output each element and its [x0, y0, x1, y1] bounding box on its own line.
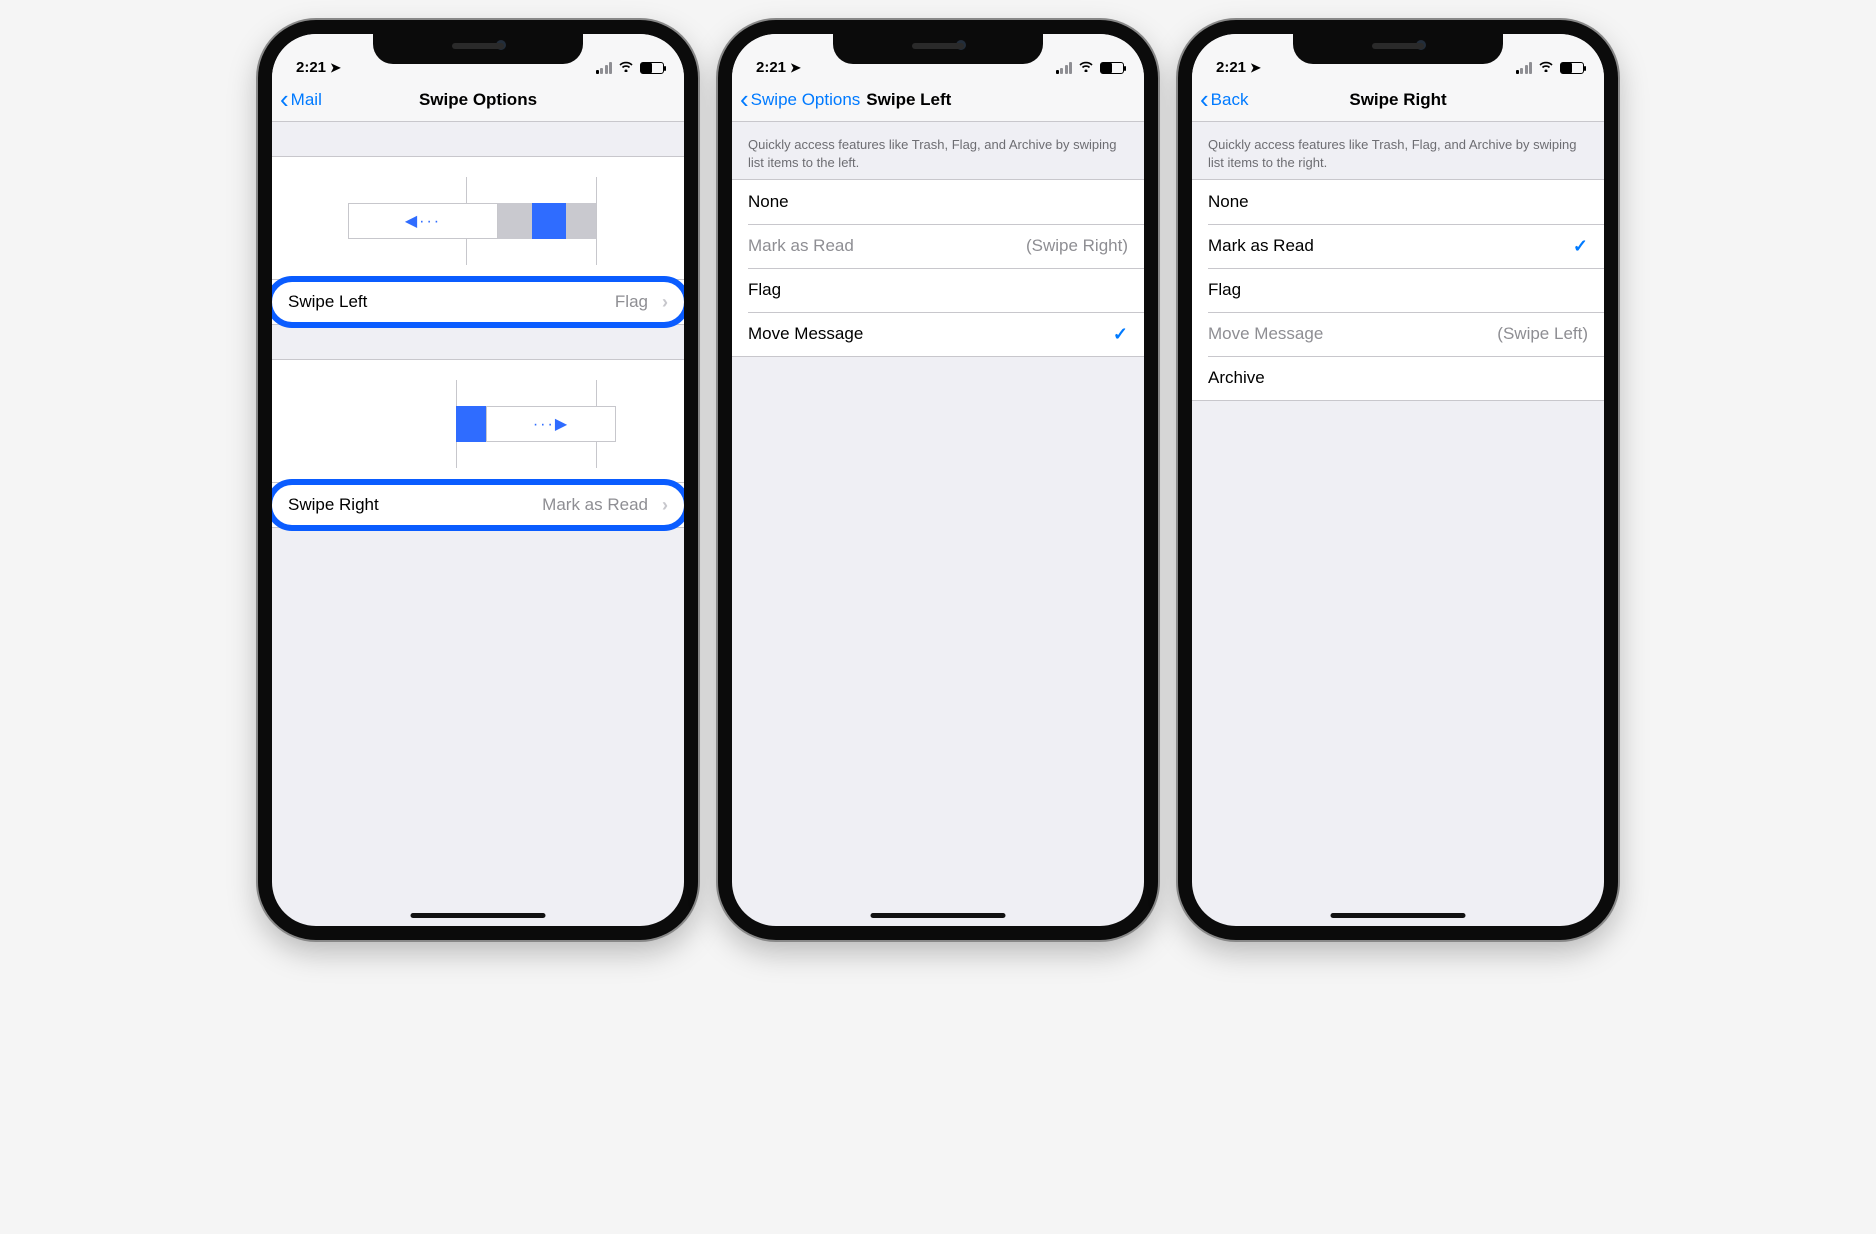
row-label: Swipe Right: [288, 495, 379, 515]
option-label: Archive: [1208, 368, 1265, 388]
back-label: Mail: [291, 90, 322, 110]
option-none[interactable]: None: [732, 180, 1144, 224]
back-button[interactable]: ‹ Swipe Options: [740, 88, 860, 112]
option-label: Move Message: [1208, 324, 1323, 344]
option-flag[interactable]: Flag: [732, 268, 1144, 312]
option-note: (Swipe Right): [1026, 236, 1128, 256]
row-value: Flag: [615, 292, 648, 312]
phone-swipe-left: 2:21 ➤ ‹ Swipe Options Swipe Left Quickl…: [718, 20, 1158, 940]
home-indicator[interactable]: [411, 913, 546, 918]
battery-icon: [1560, 62, 1584, 74]
status-time: 2:21: [1216, 59, 1246, 76]
option-mark-as-read[interactable]: Mark as Read ✓: [1192, 224, 1604, 268]
back-label: Swipe Options: [751, 90, 861, 110]
option-flag[interactable]: Flag: [1192, 268, 1604, 312]
option-label: Mark as Read: [748, 236, 854, 256]
content-area: Quickly access features like Trash, Flag…: [732, 122, 1144, 357]
swipe-right-preview: ···▶: [272, 359, 684, 482]
cellular-signal-icon: [596, 62, 613, 74]
arrow-right-icon: ···▶: [533, 414, 569, 434]
checkmark-icon: ✓: [1113, 324, 1128, 345]
location-services-icon: ➤: [790, 60, 801, 76]
battery-icon: [1100, 62, 1124, 74]
status-bar: 2:21 ➤: [1192, 34, 1604, 78]
back-label: Back: [1211, 90, 1249, 110]
swipe-right-row[interactable]: Swipe Right Mark as Read ›: [272, 483, 684, 527]
section-description: Quickly access features like Trash, Flag…: [732, 122, 1144, 179]
home-indicator[interactable]: [1331, 913, 1466, 918]
option-mark-as-read: Mark as Read (Swipe Right): [732, 224, 1144, 268]
status-time: 2:21: [296, 59, 326, 76]
content-area: Quickly access features like Trash, Flag…: [1192, 122, 1604, 401]
row-value: Mark as Read: [542, 495, 648, 515]
content-area: ◀··· Swipe Left Flag ›: [272, 122, 684, 528]
option-label: Mark as Read: [1208, 236, 1314, 256]
options-list: None Mark as Read (Swipe Right) Flag Mov…: [732, 179, 1144, 357]
nav-bar: ‹ Mail Swipe Options: [272, 78, 684, 122]
home-indicator[interactable]: [871, 913, 1006, 918]
chevron-right-icon: ›: [662, 292, 668, 313]
back-button[interactable]: ‹ Mail: [280, 88, 322, 112]
location-services-icon: ➤: [1250, 60, 1261, 76]
option-label: Move Message: [748, 324, 863, 344]
option-none[interactable]: None: [1192, 180, 1604, 224]
nav-bar: ‹ Swipe Options Swipe Left: [732, 78, 1144, 122]
swipe-left-preview: ◀···: [272, 156, 684, 279]
swipe-left-row[interactable]: Swipe Left Flag ›: [272, 280, 684, 324]
row-label: Swipe Left: [288, 292, 367, 312]
wifi-icon: [618, 59, 634, 76]
cellular-signal-icon: [1516, 62, 1533, 74]
back-button[interactable]: ‹ Back: [1200, 88, 1248, 112]
section-description: Quickly access features like Trash, Flag…: [1192, 122, 1604, 179]
page-title: Swipe Options: [419, 90, 537, 110]
option-label: None: [748, 192, 789, 212]
notch-speaker: [912, 43, 964, 49]
option-note: (Swipe Left): [1497, 324, 1588, 344]
status-bar: 2:21 ➤: [272, 34, 684, 78]
option-move-message[interactable]: Move Message ✓: [732, 312, 1144, 356]
phone-swipe-options: 2:21 ➤ ‹ Mail Swipe Options ◀···: [258, 20, 698, 940]
chevron-left-icon: ‹: [1200, 86, 1209, 112]
status-time: 2:21: [756, 59, 786, 76]
status-bar: 2:21 ➤: [732, 34, 1144, 78]
cellular-signal-icon: [1056, 62, 1073, 74]
wifi-icon: [1538, 59, 1554, 76]
checkmark-icon: ✓: [1573, 236, 1588, 257]
notch-speaker: [452, 43, 504, 49]
option-label: None: [1208, 192, 1249, 212]
chevron-left-icon: ‹: [280, 86, 289, 112]
chevron-right-icon: ›: [662, 495, 668, 516]
option-label: Flag: [1208, 280, 1241, 300]
chevron-left-icon: ‹: [740, 86, 749, 112]
option-label: Flag: [748, 280, 781, 300]
wifi-icon: [1078, 59, 1094, 76]
arrow-left-icon: ◀···: [405, 211, 441, 231]
location-services-icon: ➤: [330, 60, 341, 76]
page-title: Swipe Right: [1349, 90, 1446, 110]
page-title: Swipe Left: [866, 90, 951, 110]
option-archive[interactable]: Archive: [1192, 356, 1604, 400]
battery-icon: [640, 62, 664, 74]
option-move-message: Move Message (Swipe Left): [1192, 312, 1604, 356]
notch-speaker: [1372, 43, 1424, 49]
options-list: None Mark as Read ✓ Flag Move Message (S…: [1192, 179, 1604, 401]
phone-swipe-right: 2:21 ➤ ‹ Back Swipe Right Quickly access…: [1178, 20, 1618, 940]
nav-bar: ‹ Back Swipe Right: [1192, 78, 1604, 122]
